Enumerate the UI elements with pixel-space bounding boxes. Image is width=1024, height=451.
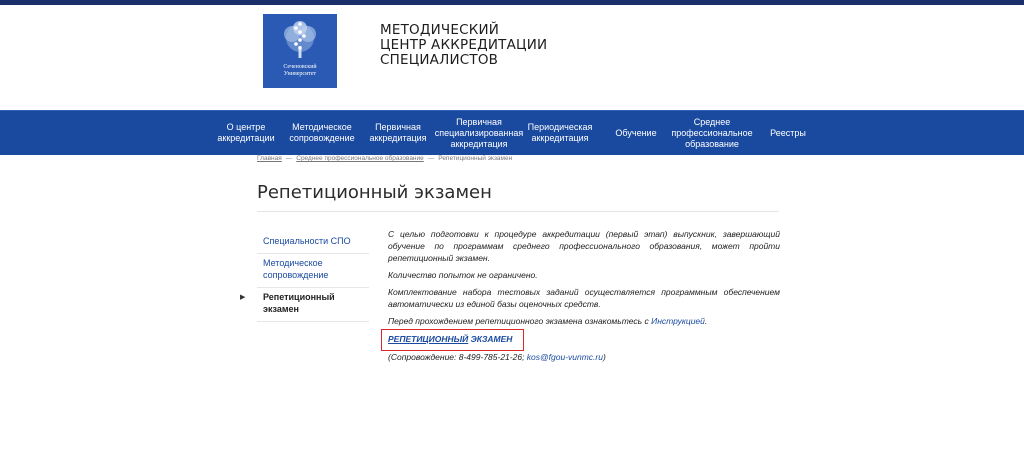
main-content: С целью подготовки к процедуре аккредита… bbox=[388, 228, 780, 332]
nav-item-secondary-professional[interactable]: Среднее профессиональное образование bbox=[668, 111, 756, 155]
side-item-methodical[interactable]: Методическое сопровождение bbox=[257, 257, 369, 288]
title-divider bbox=[257, 211, 779, 212]
nav-label: Реестры bbox=[770, 127, 806, 138]
breadcrumb-separator: — bbox=[285, 155, 293, 162]
breadcrumb-separator: — bbox=[427, 155, 435, 162]
breadcrumb-current: Репетиционный экзамен bbox=[438, 155, 513, 162]
site-title: МЕТОДИЧЕСКИЙ ЦЕНТР АККРЕДИТАЦИИ СПЕЦИАЛИ… bbox=[380, 23, 547, 68]
content-paragraph: Перед прохождением репетиционного экзаме… bbox=[388, 315, 780, 327]
side-item-label: Специальности СПО bbox=[263, 236, 351, 246]
nav-label: Периодическая bbox=[527, 122, 593, 132]
top-strip bbox=[0, 0, 1024, 5]
content-paragraph: Количество попыток не ограничено. bbox=[388, 270, 538, 280]
breadcrumb: Главная — Среднее профессиональное образов… bbox=[257, 155, 512, 162]
instruction-suffix: . bbox=[704, 316, 708, 326]
nav-label: Первичная bbox=[375, 122, 421, 132]
nav-label: аккредитация bbox=[450, 138, 508, 149]
nav-label: специализированная bbox=[434, 127, 524, 138]
side-item-label: Методическое bbox=[263, 258, 323, 268]
nav-label: Среднее bbox=[693, 116, 731, 127]
nav-item-primary[interactable]: Первичная аккредитация bbox=[366, 111, 430, 155]
logo-line-2: Университет bbox=[283, 71, 317, 77]
nav-label: образование bbox=[685, 138, 739, 149]
side-item-rehearsal-exam[interactable]: Репетиционный экзамен bbox=[257, 291, 369, 322]
exam-link-part-2: ЭКЗАМЕН bbox=[468, 334, 513, 344]
site-title-line-2: ЦЕНТР АККРЕДИТАЦИИ bbox=[380, 37, 548, 53]
active-arrow-icon: ▶ bbox=[240, 294, 246, 301]
nav-label: Первичная bbox=[456, 116, 502, 127]
university-logo[interactable]: Сеченовский Университет bbox=[263, 14, 337, 88]
nav-item-about[interactable]: О центре аккредитации bbox=[213, 111, 279, 155]
nav-item-primary-specialized[interactable]: Первичная специализированная аккредитация bbox=[432, 111, 526, 155]
instruction-link[interactable]: Инструкцией bbox=[651, 316, 705, 326]
nav-item-training[interactable]: Обучение bbox=[608, 111, 664, 155]
side-item-label: Репетиционный экзамен bbox=[263, 292, 335, 314]
support-info: (Сопровождение: 8-499-785-21-26; kos@fgo… bbox=[388, 352, 606, 362]
side-item-label: сопровождение bbox=[263, 270, 329, 280]
nav-label: сопровождение bbox=[289, 133, 355, 143]
exam-link-part-1: РЕПЕТИЦИОННЫЙ bbox=[388, 334, 469, 344]
site-title-line-3: СПЕЦИАЛИСТОВ bbox=[380, 52, 499, 68]
nav-label: аккредитации bbox=[217, 133, 275, 143]
nav-item-periodic[interactable]: Периодическая аккредитация bbox=[526, 111, 594, 155]
support-prefix: (Сопровождение: 8-499-785-21-26; bbox=[388, 352, 527, 362]
breadcrumb-section-link[interactable]: Среднее профессиональное образование bbox=[296, 155, 424, 162]
instruction-prefix: Перед прохождением репетиционного экзаме… bbox=[388, 316, 652, 326]
nav-label: профессиональное bbox=[671, 127, 753, 138]
support-email-link[interactable]: kos@fgou-vunmc.ru bbox=[527, 352, 603, 362]
page-title: Репетиционный экзамен bbox=[257, 182, 492, 204]
breadcrumb-home-link[interactable]: Главная bbox=[257, 155, 282, 162]
nav-label: Методическое bbox=[292, 122, 352, 132]
logo-caption: Сеченовский Университет bbox=[263, 64, 337, 78]
logo-line-1: Сеченовский bbox=[283, 64, 317, 70]
nav-label: О центре bbox=[226, 122, 266, 132]
nav-label: аккредитация bbox=[369, 133, 427, 143]
support-suffix: ) bbox=[602, 352, 606, 362]
nav-label: аккредитация bbox=[531, 133, 589, 143]
tree-icon bbox=[284, 21, 316, 58]
main-nav: О центре аккредитации Методическое сопрово… bbox=[0, 110, 1024, 155]
nav-label: Обучение bbox=[615, 127, 657, 138]
site-title-line-1: МЕТОДИЧЕСКИЙ bbox=[380, 22, 500, 38]
rehearsal-exam-link[interactable]: РЕПЕТИЦИОННЫЙ ЭКЗАМЕН bbox=[388, 334, 512, 344]
content-paragraph: Комплектование набора тестовых заданий о… bbox=[388, 287, 780, 309]
content-paragraph: С целью подготовки к процедуре аккредита… bbox=[388, 229, 780, 263]
side-item-specialties[interactable]: Специальности СПО bbox=[257, 235, 369, 254]
nav-item-methodical[interactable]: Методическое сопровождение bbox=[286, 111, 358, 155]
nav-item-registries[interactable]: Реестры bbox=[764, 111, 812, 155]
